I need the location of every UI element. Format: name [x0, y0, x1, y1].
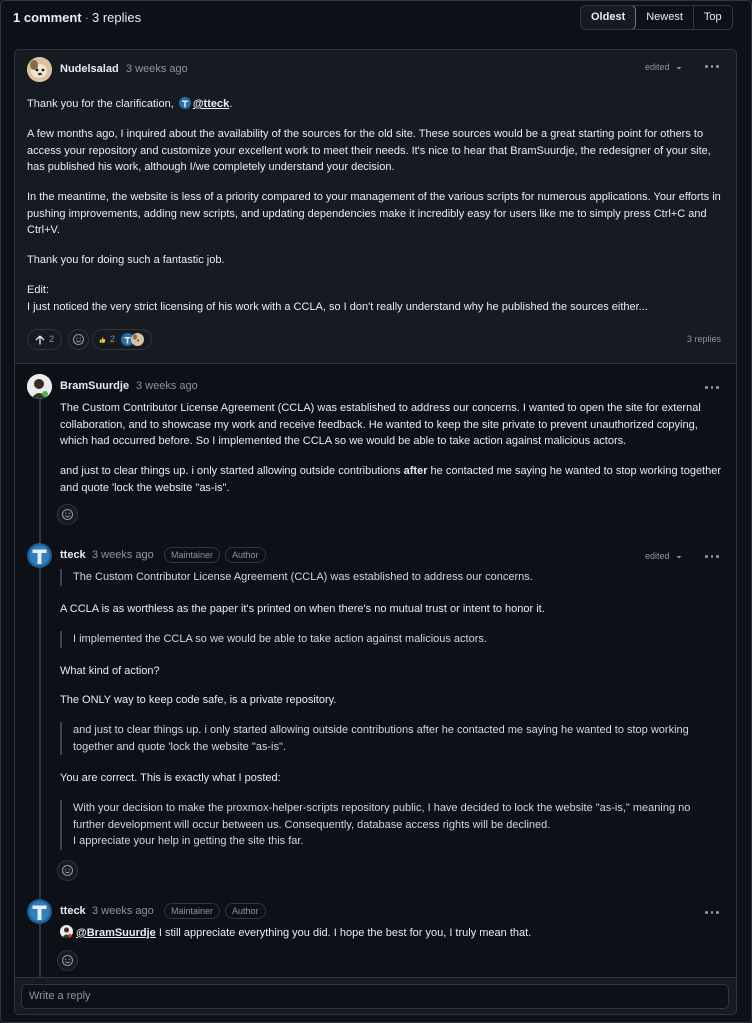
main-comment: Nudelsalad 3 weeks ago edited Thank you …: [15, 50, 736, 363]
comment-paragraph-3: In the meantime, the website is less of …: [27, 191, 721, 236]
reply-timestamp[interactable]: 3 weeks ago: [92, 905, 154, 917]
avatar-tteck[interactable]: [27, 543, 52, 568]
dog-avatar-icon: [27, 57, 52, 82]
reply-timestamp[interactable]: 3 weeks ago: [136, 380, 198, 392]
reply2-text-2: What kind of action?: [60, 665, 160, 677]
reply2-text-4: You are correct. This is exactly what I …: [60, 772, 281, 784]
smiley-icon: [61, 508, 74, 521]
reply3-text: @BramSuurdje I still appreciate everythi…: [60, 925, 725, 942]
reply-bar: Write a reply: [15, 977, 736, 1014]
reply1-add-reaction-button[interactable]: [57, 504, 78, 525]
comment-paragraph-5: Edit: I just noticed the very strict lic…: [27, 284, 648, 313]
bramsuurdje-mini-avatar-icon: [60, 925, 73, 938]
reactor-avatars: [121, 333, 144, 346]
author-badge: Author: [225, 547, 266, 563]
comment-card: Nudelsalad 3 weeks ago edited Thank you …: [14, 49, 737, 1015]
upvote-button[interactable]: 2: [27, 329, 62, 350]
author-badge: Author: [225, 903, 266, 919]
thumbs-up-icon: [99, 336, 106, 343]
quote-block: With your decision to make the proxmox-h…: [60, 800, 720, 850]
sort-toggle: Oldest Newest Top: [580, 5, 733, 30]
reply1-paragraph-2: and just to clear things up. i only star…: [60, 465, 722, 494]
comment-paragraph-4: Thank you for doing such a fantastic job…: [27, 254, 225, 266]
comment-options-kebab-icon[interactable]: [704, 61, 720, 71]
edited-dropdown[interactable]: edited: [645, 551, 683, 561]
edited-dropdown[interactable]: edited: [645, 62, 683, 72]
reply-count: 3 replies: [91, 10, 142, 25]
comment-count: 1 comment: [13, 10, 82, 25]
reply-author[interactable]: tteck: [60, 549, 86, 561]
smiley-icon: [61, 864, 74, 877]
mention-tteck[interactable]: @tteck: [193, 98, 229, 110]
tteck-avatar-icon: [27, 899, 52, 924]
avatar-bramsuurdje[interactable]: [27, 374, 52, 399]
quote-block: and just to clear things up. i only star…: [60, 722, 720, 755]
avatar-tteck[interactable]: [27, 899, 52, 924]
reply-options-kebab-icon[interactable]: [704, 551, 720, 561]
quote-block: The Custom Contributor License Agreement…: [60, 569, 720, 586]
person-avatar-icon: [27, 374, 52, 399]
replies-section: BramSuurdje 3 weeks ago The Custom Contr…: [15, 363, 736, 984]
thread-line: [39, 398, 41, 984]
comment-paragraph-2: A few months ago, I inquired about the a…: [27, 128, 711, 173]
reply-options-kebab-icon[interactable]: [704, 907, 720, 917]
reply3-add-reaction-button[interactable]: [57, 950, 78, 971]
reply2-add-reaction-button[interactable]: [57, 860, 78, 881]
smiley-icon: [61, 954, 74, 967]
reply-author[interactable]: tteck: [60, 905, 86, 917]
mention-bramsuurdje[interactable]: @BramSuurdje: [76, 927, 156, 939]
dog-avatar-icon: [131, 333, 144, 346]
sort-top-button[interactable]: Top: [692, 6, 732, 29]
smiley-icon: [72, 333, 85, 346]
reply2-text-3: The ONLY way to keep code safe, is a pri…: [60, 694, 337, 706]
replies-count-label: 3 replies: [687, 334, 722, 344]
sort-newest-button[interactable]: Newest: [636, 6, 693, 29]
arrow-up-icon: [35, 335, 45, 344]
comment-paragraph-1: Thank you for the clarification, @tteck.: [27, 97, 233, 110]
comment-author[interactable]: Nudelsalad: [60, 63, 119, 75]
thumbs-up-reaction[interactable]: 2: [92, 329, 152, 350]
add-reaction-button[interactable]: [68, 329, 89, 350]
reply-timestamp[interactable]: 3 weeks ago: [92, 549, 154, 561]
caret-down-icon: [676, 555, 682, 559]
comments-summary: 1 comment · 3 replies: [13, 10, 142, 25]
quote-block: I implemented the CCLA so we would be ab…: [60, 631, 720, 648]
reply-author[interactable]: BramSuurdje: [60, 380, 129, 392]
caret-down-icon: [676, 66, 682, 70]
maintainer-badge: Maintainer: [164, 903, 221, 919]
maintainer-badge: Maintainer: [164, 547, 221, 563]
reply2-text-1: A CCLA is as worthless as the paper it's…: [60, 603, 545, 615]
avatar-nudelsalad[interactable]: [27, 57, 52, 82]
write-reply-input[interactable]: Write a reply: [21, 984, 729, 1009]
reply-options-kebab-icon[interactable]: [704, 382, 720, 392]
reply1-paragraph-1: The Custom Contributor License Agreement…: [60, 402, 701, 447]
sort-oldest-button[interactable]: Oldest: [580, 6, 637, 29]
tteck-mini-avatar-icon: [178, 97, 191, 109]
tteck-avatar-icon: [27, 543, 52, 568]
comment-timestamp[interactable]: 3 weeks ago: [126, 63, 188, 75]
